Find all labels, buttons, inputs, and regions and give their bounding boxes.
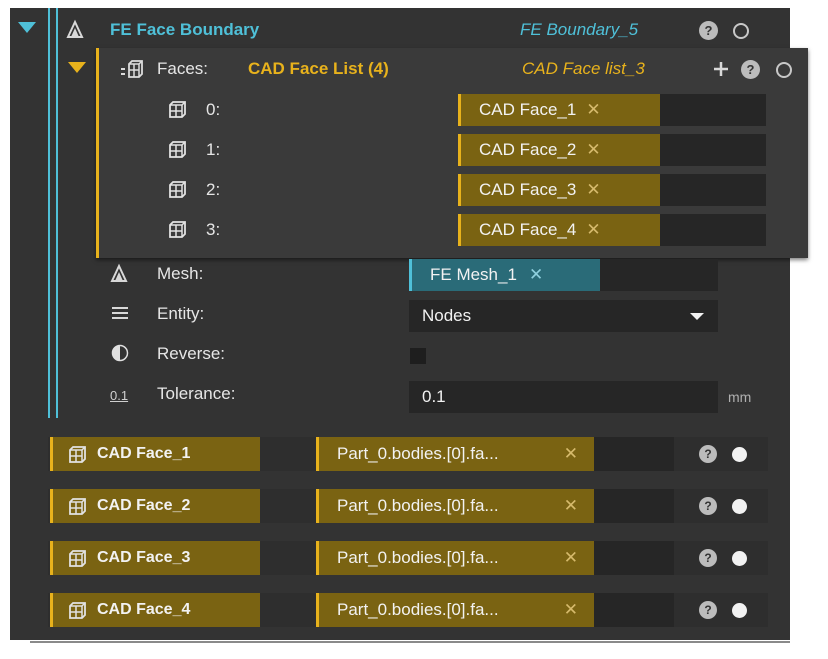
- entity-label: Entity:: [157, 304, 205, 323]
- faces-status-ring-icon[interactable]: [774, 60, 793, 79]
- status-dot-icon[interactable]: [731, 498, 747, 514]
- faces-value[interactable]: CAD Face List (4): [248, 59, 389, 79]
- tolerance-label: Tolerance:: [157, 384, 236, 403]
- expand-faces-caret[interactable]: [68, 62, 86, 73]
- reverse-checkbox[interactable]: [410, 348, 426, 364]
- remove-face-icon[interactable]: ✕: [586, 220, 600, 240]
- mesh-icon: [108, 262, 130, 284]
- face-value: CAD Face_4: [479, 220, 577, 239]
- face-index: 3:: [206, 220, 221, 239]
- cad-face-ref: Part_0.bodies.[0].fa...: [337, 496, 499, 515]
- tolerance-value: 0.1: [422, 387, 446, 406]
- face-field[interactable]: [660, 134, 766, 166]
- cube-icon: [166, 138, 188, 160]
- help-icon[interactable]: ?: [699, 445, 717, 463]
- cad-face-ref-chip[interactable]: Part_0.bodies.[0].fa... ✕: [316, 593, 594, 627]
- chevron-down-icon: [690, 313, 704, 320]
- face-index: 0:: [206, 100, 221, 119]
- tolerance-input[interactable]: 0.1: [409, 381, 718, 413]
- cube-icon: [166, 178, 188, 200]
- remove-ref-icon[interactable]: ✕: [564, 548, 578, 568]
- cad-face-name-chip[interactable]: CAD Face_2: [50, 489, 260, 523]
- boundary-instance-name[interactable]: FE Boundary_5: [520, 20, 638, 40]
- cad-face-ref: Part_0.bodies.[0].fa...: [337, 548, 499, 567]
- remove-ref-icon[interactable]: ✕: [564, 600, 578, 620]
- face-field[interactable]: [660, 174, 766, 206]
- mesh-label: Mesh:: [157, 264, 204, 283]
- cad-face-ref-chip[interactable]: Part_0.bodies.[0].fa... ✕: [316, 437, 594, 471]
- faces-help-icon[interactable]: ?: [741, 60, 760, 79]
- cad-face-ref-field[interactable]: [594, 489, 674, 523]
- help-icon[interactable]: ?: [699, 549, 717, 567]
- face-value: CAD Face_1: [479, 100, 577, 119]
- fe-boundary-icon: [64, 18, 86, 40]
- remove-ref-icon[interactable]: ✕: [564, 444, 578, 464]
- face-value: CAD Face_3: [479, 180, 577, 199]
- face-index: 2:: [206, 180, 221, 199]
- tolerance-unit: mm: [728, 389, 752, 405]
- expand-boundary-caret[interactable]: [18, 22, 36, 33]
- bottom-divider: [30, 641, 790, 643]
- boundary-title: FE Face Boundary: [110, 20, 260, 39]
- help-icon[interactable]: ?: [699, 601, 717, 619]
- face-value: CAD Face_2: [479, 140, 577, 159]
- face-field[interactable]: [660, 94, 766, 126]
- face-chip[interactable]: CAD Face_3 ✕: [458, 174, 660, 206]
- boundary-tree-line-inner: [56, 8, 58, 418]
- mesh-field[interactable]: [600, 259, 718, 291]
- faces-instance-name[interactable]: CAD Face list_3: [522, 59, 645, 79]
- cube-icon: [67, 549, 87, 567]
- entity-select[interactable]: Nodes: [409, 300, 718, 332]
- face-chip[interactable]: CAD Face_2 ✕: [458, 134, 660, 166]
- face-index: 1:: [206, 140, 221, 159]
- remove-ref-icon[interactable]: ✕: [564, 496, 578, 516]
- cad-face-ref-chip[interactable]: Part_0.bodies.[0].fa... ✕: [316, 541, 594, 575]
- status-dot-icon[interactable]: [731, 446, 747, 462]
- cad-face-name-chip[interactable]: CAD Face_1: [50, 437, 260, 471]
- cad-face-name: CAD Face_1: [97, 445, 191, 462]
- cad-face-ref-field[interactable]: [594, 437, 674, 471]
- status-ring-icon[interactable]: [731, 21, 750, 40]
- cad-face-ref: Part_0.bodies.[0].fa...: [337, 600, 499, 619]
- cad-face-ref-field[interactable]: [594, 541, 674, 575]
- cad-face-name: CAD Face_4: [97, 601, 191, 618]
- remove-face-icon[interactable]: ✕: [586, 100, 600, 120]
- cad-face-name: CAD Face_3: [97, 549, 191, 566]
- entity-value: Nodes: [422, 306, 472, 325]
- help-icon[interactable]: ?: [699, 21, 718, 40]
- cad-face-ref-chip[interactable]: Part_0.bodies.[0].fa... ✕: [316, 489, 594, 523]
- face-field[interactable]: [660, 214, 766, 246]
- cube-icon: [166, 98, 188, 120]
- cad-face-ref: Part_0.bodies.[0].fa...: [337, 444, 499, 463]
- mesh-chip[interactable]: FE Mesh_1 ✕: [409, 259, 600, 291]
- remove-face-icon[interactable]: ✕: [586, 140, 600, 160]
- face-list-icon: [120, 58, 144, 80]
- status-dot-icon[interactable]: [731, 550, 747, 566]
- face-chip[interactable]: CAD Face_4 ✕: [458, 214, 660, 246]
- cad-face-name-chip[interactable]: CAD Face_3: [50, 541, 260, 575]
- reverse-label: Reverse:: [157, 344, 226, 363]
- face-chip[interactable]: CAD Face_1 ✕: [458, 94, 660, 126]
- tolerance-icon: 0.1: [110, 388, 129, 403]
- cad-face-name: CAD Face_2: [97, 497, 191, 514]
- mesh-value: FE Mesh_1: [430, 265, 517, 284]
- mesh-remove-icon[interactable]: ✕: [529, 265, 543, 285]
- cad-face-ref-field[interactable]: [594, 593, 674, 627]
- cube-icon: [67, 497, 87, 515]
- cube-icon: [67, 445, 87, 463]
- add-face-icon[interactable]: [710, 58, 732, 80]
- cube-icon: [166, 218, 188, 240]
- top-edge: [0, 0, 828, 8]
- help-icon[interactable]: ?: [699, 497, 717, 515]
- boundary-tree-line: [48, 8, 50, 418]
- status-dot-icon[interactable]: [731, 602, 747, 618]
- cube-icon: [67, 601, 87, 619]
- faces-label: Faces:: [157, 59, 209, 78]
- list-icon: [110, 303, 130, 323]
- cad-face-name-chip[interactable]: CAD Face_4: [50, 593, 260, 627]
- contrast-icon: [110, 343, 130, 363]
- remove-face-icon[interactable]: ✕: [586, 180, 600, 200]
